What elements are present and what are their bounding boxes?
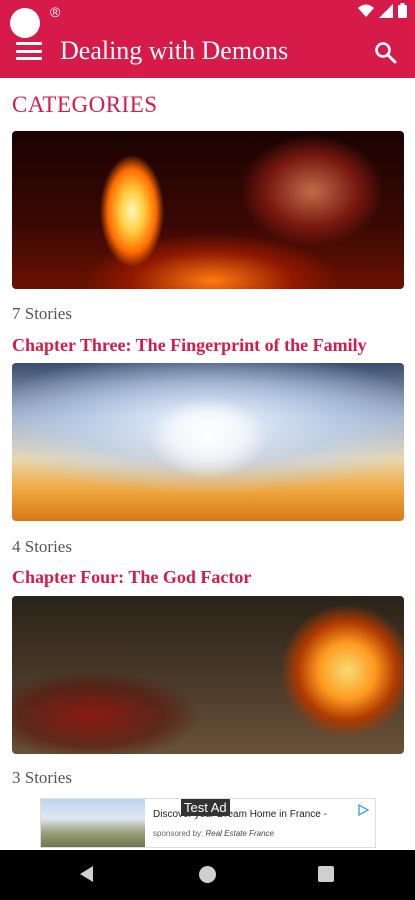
ad-sponsor-prefix: sponsored by: [153,829,204,838]
section-heading: CATEGORIES [12,92,158,117]
category-image[interactable] [12,363,404,521]
battery-icon [398,3,407,18]
wifi-icon [358,4,374,17]
test-ad-badge: Test Ad [181,799,230,816]
hamburger-icon[interactable] [16,40,42,62]
search-icon[interactable] [373,40,397,64]
story-count: 3 Stories [12,768,72,787]
system-nav-bar [0,850,415,900]
ad-sponsor-name: Real Estate France [205,829,274,838]
ad-sponsor-line: sponsored by: Real Estate France [153,829,274,838]
notification-icon: ® [50,4,61,20]
home-icon[interactable] [199,866,216,883]
chapter-title[interactable]: Chapter Three: The Fingerprint of the Fa… [12,335,367,356]
story-count: 7 Stories [12,304,72,323]
status-bar: ® [0,0,415,38]
category-image[interactable] [12,131,404,289]
back-icon[interactable] [80,866,93,882]
recents-icon[interactable] [318,866,334,882]
ad-choices-icon[interactable] [357,804,369,816]
signal-icon [379,3,393,18]
status-icons [358,3,407,18]
app-bar: ® Dealing with Demons [0,0,415,78]
ad-banner[interactable]: Discover your Dream Home in France - spo… [40,798,376,848]
camera-cutout [10,8,40,38]
chapter-title[interactable]: Chapter Four: The God Factor [12,567,251,588]
app-title: Dealing with Demons [60,36,289,65]
category-image[interactable] [12,596,404,754]
story-count: 4 Stories [12,537,72,556]
ad-thumbnail[interactable] [41,799,145,847]
